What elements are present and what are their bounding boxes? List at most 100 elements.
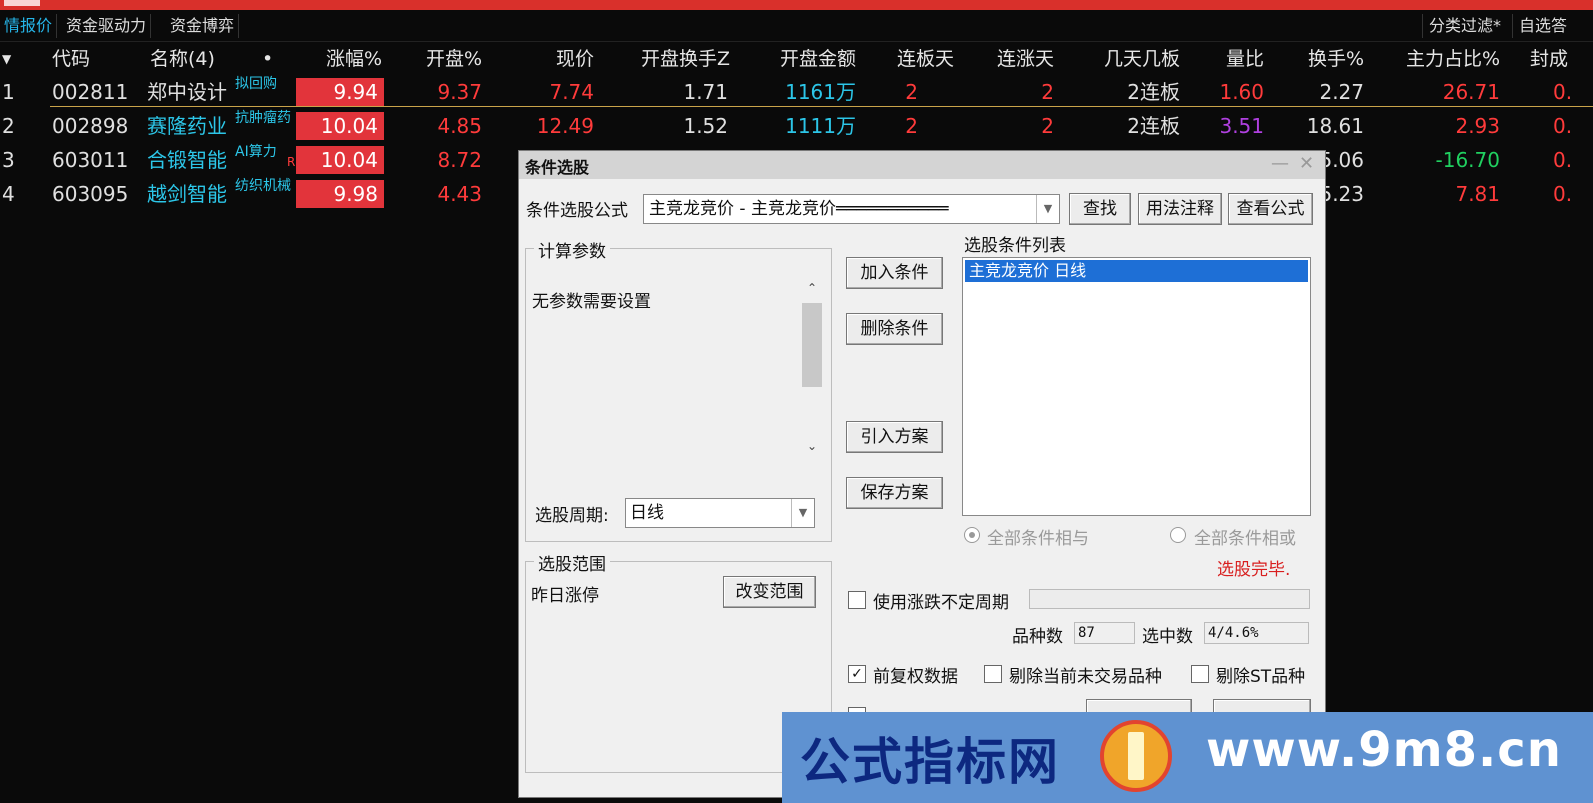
change-range-button[interactable]: 改变范围: [723, 576, 816, 608]
col-code[interactable]: 代码: [52, 44, 90, 74]
concept-tag: 拟回购: [235, 76, 277, 92]
count-field: 87: [1074, 622, 1135, 644]
radio-all-or-label: 全部条件相或: [1194, 529, 1296, 549]
condition-list[interactable]: 主竞龙竞价 日线: [962, 257, 1311, 516]
seal-ratio: 0.: [1553, 80, 1573, 104]
open-pct: 8.72: [437, 148, 482, 172]
scroll-down-icon[interactable]: ⌄: [807, 439, 817, 453]
adjust-data-label: 前复权数据: [873, 667, 958, 687]
seal-ratio: 0.: [1553, 148, 1573, 172]
adjust-data-checkbox[interactable]: ✓: [848, 665, 866, 683]
stock-code: 002811: [52, 80, 129, 104]
tab-category-filter[interactable]: 分类过滤*: [1422, 14, 1507, 38]
radio-all-or[interactable]: [1170, 527, 1186, 543]
exclude-st-label: 剔除ST品种: [1216, 667, 1306, 687]
col-change[interactable]: 涨幅%: [300, 44, 382, 74]
params-title: 计算参数: [534, 237, 610, 262]
stock-code: 002898: [52, 114, 129, 138]
main-ratio: 26.71: [1442, 80, 1500, 104]
col-open[interactable]: 开盘%: [400, 44, 482, 74]
stock-screener-dialog: 条件选股 — ✕ 条件选股公式 主竞龙竞价 - 主竞龙竞价═══════════…: [518, 150, 1326, 798]
watermark-banner: 公式指标网 www.9m8.cn: [782, 712, 1593, 803]
view-formula-button[interactable]: 查看公式: [1228, 193, 1313, 225]
col-seal[interactable]: 封成: [1530, 44, 1568, 74]
tab-quotes[interactable]: 情报价: [0, 14, 58, 38]
import-plan-button[interactable]: 引入方案: [846, 421, 943, 453]
chevron-down-icon[interactable]: ▼: [791, 499, 814, 527]
exclude-untraded-label: 剔除当前未交易品种: [1009, 667, 1162, 687]
row-index: 1: [2, 80, 15, 104]
formula-select-value: 主竞龙竞价 - 主竞龙竞价═══════════: [649, 199, 949, 219]
col-days-boards[interactable]: 几天几板: [1070, 44, 1180, 74]
params-scrollbar[interactable]: ⌃ ⌄: [801, 279, 823, 459]
tab-bar: 情报价 资金驱动力 资金博弈 分类过滤* 自选答: [0, 11, 1593, 42]
col-open-turnover[interactable]: 开盘换手Z: [610, 44, 730, 74]
range-value: 昨日涨停: [531, 586, 599, 606]
app-logo: [4, 0, 40, 6]
radio-all-and[interactable]: [964, 527, 980, 543]
row-index: 2: [2, 114, 15, 138]
save-plan-button[interactable]: 保存方案: [846, 477, 943, 509]
scroll-thumb[interactable]: [802, 303, 822, 387]
minimize-icon[interactable]: —: [1271, 153, 1289, 174]
add-condition-button[interactable]: 加入条件: [846, 257, 943, 289]
change-badge: 9.98: [296, 180, 384, 208]
exclude-untraded-checkbox[interactable]: [984, 665, 1002, 683]
formula-select[interactable]: 主竞龙竞价 - 主竞龙竞价═══════════ ▼: [643, 194, 1060, 224]
tab-fund-game[interactable]: 资金博弈: [166, 14, 240, 38]
period-select[interactable]: 日线 ▼: [625, 498, 815, 528]
tab-fund-drive[interactable]: 资金驱动力: [62, 14, 152, 38]
col-volume-ratio[interactable]: 量比: [1200, 44, 1264, 74]
col-dot[interactable]: •: [262, 44, 273, 74]
exclude-st-checkbox[interactable]: [1191, 665, 1209, 683]
row-index: 3: [2, 148, 15, 172]
radio-all-and-label: 全部条件相与: [987, 529, 1089, 549]
coin-logo-icon: [1100, 720, 1172, 792]
scroll-up-icon[interactable]: ⌃: [807, 281, 817, 295]
col-rise-days[interactable]: 连涨天: [970, 44, 1054, 74]
stock-name: 合锻智能: [147, 148, 227, 172]
chevron-down-icon[interactable]: ▼: [1036, 195, 1059, 223]
days-boards: 2连板: [1127, 114, 1180, 138]
concept-tag: AI算力: [235, 144, 277, 160]
condition-list-item[interactable]: 主竞龙竞价 日线: [965, 260, 1308, 282]
main-ratio: -16.70: [1435, 148, 1500, 172]
formula-label: 条件选股公式: [526, 201, 628, 221]
usage-notes-button[interactable]: 用法注释: [1138, 193, 1222, 225]
concept-tag: 纺织机械: [235, 178, 291, 194]
sort-down-icon[interactable]: ▼: [2, 44, 11, 74]
col-price[interactable]: 现价: [510, 44, 594, 74]
limit-days: 2: [905, 80, 918, 104]
selected-label: 选中数: [1142, 627, 1193, 647]
change-badge: 10.04: [296, 146, 384, 174]
col-turnover[interactable]: 换手%: [1280, 44, 1364, 74]
col-main-ratio[interactable]: 主力占比%: [1380, 44, 1500, 74]
seal-ratio: 0.: [1553, 182, 1573, 206]
watermark-brand: 公式指标网: [800, 733, 1060, 791]
seal-ratio: 0.: [1553, 114, 1573, 138]
delete-condition-button[interactable]: 删除条件: [846, 313, 943, 345]
find-button[interactable]: 查找: [1069, 193, 1131, 225]
progress-bar: [1029, 589, 1310, 609]
price: 12.49: [536, 114, 594, 138]
tab-watchlist[interactable]: 自选答: [1512, 14, 1573, 38]
price: 7.74: [549, 80, 594, 104]
open-pct: 4.43: [437, 182, 482, 206]
stock-name: 越剑智能: [147, 182, 227, 206]
col-name[interactable]: 名称(4): [150, 44, 215, 74]
stock-name: 赛隆药业: [147, 114, 227, 138]
col-limit-days[interactable]: 连板天: [870, 44, 954, 74]
change-badge: 10.04: [296, 112, 384, 140]
variable-period-checkbox[interactable]: [848, 591, 866, 609]
close-icon[interactable]: ✕: [1299, 153, 1314, 174]
selected-field: 4/4.6%: [1204, 622, 1309, 644]
open-amount: 1161万: [785, 80, 856, 104]
rise-days: 2: [1041, 114, 1054, 138]
params-text: 无参数需要设置: [532, 292, 651, 312]
watermark-url: www.9m8.cn: [1206, 722, 1562, 778]
main-ratio: 7.81: [1455, 182, 1500, 206]
col-open-amount[interactable]: 开盘金额: [750, 44, 856, 74]
row-index: 4: [2, 182, 15, 206]
dialog-title-bar[interactable]: 条件选股 — ✕: [519, 151, 1325, 179]
dialog-title: 条件选股: [525, 158, 590, 177]
